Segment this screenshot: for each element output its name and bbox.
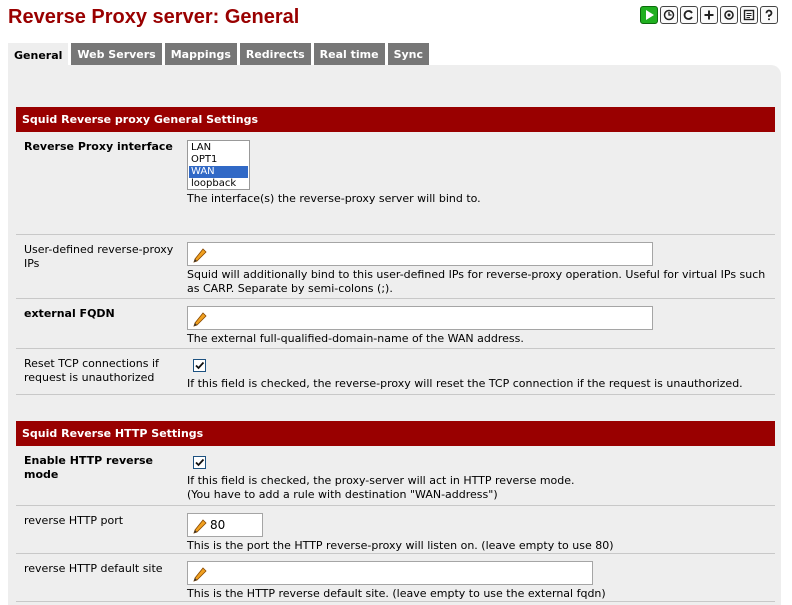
reverse-http-default-site-input[interactable] xyxy=(187,561,593,585)
interface-option-opt1[interactable]: OPT1 xyxy=(189,154,248,166)
reset-tcp-field: If this field is checked, the reverse-pr… xyxy=(186,349,775,394)
reverse-http-port-desc: This is the port the HTTP reverse-proxy … xyxy=(187,539,614,552)
row-reverse-proxy-interface: Reverse Proxy interface LAN OPT1 WAN loo… xyxy=(16,132,775,235)
tab-web-servers[interactable]: Web Servers xyxy=(71,43,162,65)
page-title: Reverse Proxy server: General xyxy=(8,6,300,28)
reverse-proxy-interface-desc: The interface(s) the reverse-proxy serve… xyxy=(187,192,481,205)
tab-real-time[interactable]: Real time xyxy=(313,43,385,65)
reverse-http-port-field: 80 This is the port the HTTP reverse-pro… xyxy=(186,506,775,553)
settings-form: Squid Reverse proxy General Settings Rev… xyxy=(16,107,775,602)
user-defined-ips-input[interactable] xyxy=(187,242,653,266)
enable-http-reverse-checkbox[interactable] xyxy=(193,456,206,469)
pencil-icon xyxy=(193,518,207,534)
general-section-header: Squid Reverse proxy General Settings xyxy=(16,107,775,132)
external-fqdn-label: external FQDN xyxy=(24,307,115,320)
status-icon[interactable] xyxy=(660,6,678,24)
checkmark-icon xyxy=(195,458,205,467)
system-icon[interactable] xyxy=(680,6,698,24)
add-icon[interactable] xyxy=(700,6,718,24)
settings-icon[interactable] xyxy=(720,6,738,24)
reverse-http-default-site-desc: This is the HTTP reverse default site. (… xyxy=(187,587,606,600)
user-defined-ips-desc: Squid will additionally bind to this use… xyxy=(187,268,766,295)
pencil-icon xyxy=(193,311,207,327)
checkmark-icon xyxy=(195,361,205,370)
http-section-header: Squid Reverse HTTP Settings xyxy=(16,421,775,446)
row-external-fqdn: external FQDN The external full-qualifie… xyxy=(16,299,775,349)
reverse-http-port-label: reverse HTTP port xyxy=(24,514,124,527)
pencil-icon xyxy=(193,566,207,582)
enable-http-reverse-label: Enable HTTP reverse mode xyxy=(24,454,154,481)
row-reverse-http-default-site: reverse HTTP default site This is the HT… xyxy=(16,554,775,602)
external-fqdn-field: The external full-qualified-domain-name … xyxy=(186,299,775,348)
reverse-http-port-value: 80 xyxy=(210,518,226,532)
user-defined-ips-field: Squid will additionally bind to this use… xyxy=(186,235,775,298)
external-fqdn-input[interactable] xyxy=(187,306,653,330)
reset-tcp-desc: If this field is checked, the reverse-pr… xyxy=(187,377,743,390)
play-icon[interactable] xyxy=(640,6,658,24)
help-icon[interactable] xyxy=(760,6,778,24)
reset-tcp-label: Reset TCP connections if request is unau… xyxy=(24,357,159,384)
reverse-proxy-interface-field: LAN OPT1 WAN loopback The interface(s) t… xyxy=(186,132,775,234)
enable-http-reverse-desc: If this field is checked, the proxy-serv… xyxy=(187,474,575,487)
enable-http-reverse-note: (You have to add a rule with destination… xyxy=(187,488,498,501)
external-fqdn-desc: The external full-qualified-domain-name … xyxy=(187,332,524,345)
interface-option-lan[interactable]: LAN xyxy=(189,142,248,154)
interface-listbox[interactable]: LAN OPT1 WAN loopback xyxy=(187,140,250,190)
tab-general[interactable]: General xyxy=(8,43,69,67)
row-reverse-http-port: reverse HTTP port 80 This is the port th… xyxy=(16,506,775,554)
tab-mappings[interactable]: Mappings xyxy=(164,43,237,65)
tab-sync[interactable]: Sync xyxy=(387,43,430,65)
reverse-http-port-input[interactable]: 80 xyxy=(187,513,263,537)
tab-redirects[interactable]: Redirects xyxy=(239,43,311,65)
reset-tcp-checkbox[interactable] xyxy=(193,359,206,372)
user-defined-ips-label: User-defined reverse-proxy IPs xyxy=(24,243,174,270)
interface-option-loopback[interactable]: loopback xyxy=(189,178,248,190)
enable-http-reverse-field: If this field is checked, the proxy-serv… xyxy=(186,446,775,505)
row-reset-tcp: Reset TCP connections if request is unau… xyxy=(16,349,775,395)
tab-bar: General Web Servers Mappings Redirects R… xyxy=(8,43,430,67)
row-enable-http-reverse: Enable HTTP reverse mode If this field i… xyxy=(16,446,775,506)
reverse-proxy-interface-label: Reverse Proxy interface xyxy=(24,140,173,153)
pencil-icon xyxy=(193,247,207,263)
row-user-defined-ips: User-defined reverse-proxy IPs Squid wil… xyxy=(16,235,775,299)
toolbar-icons xyxy=(640,6,778,24)
log-icon[interactable] xyxy=(740,6,758,24)
content-panel: Squid Reverse proxy General Settings Rev… xyxy=(8,65,781,605)
interface-option-wan[interactable]: WAN xyxy=(189,166,248,178)
